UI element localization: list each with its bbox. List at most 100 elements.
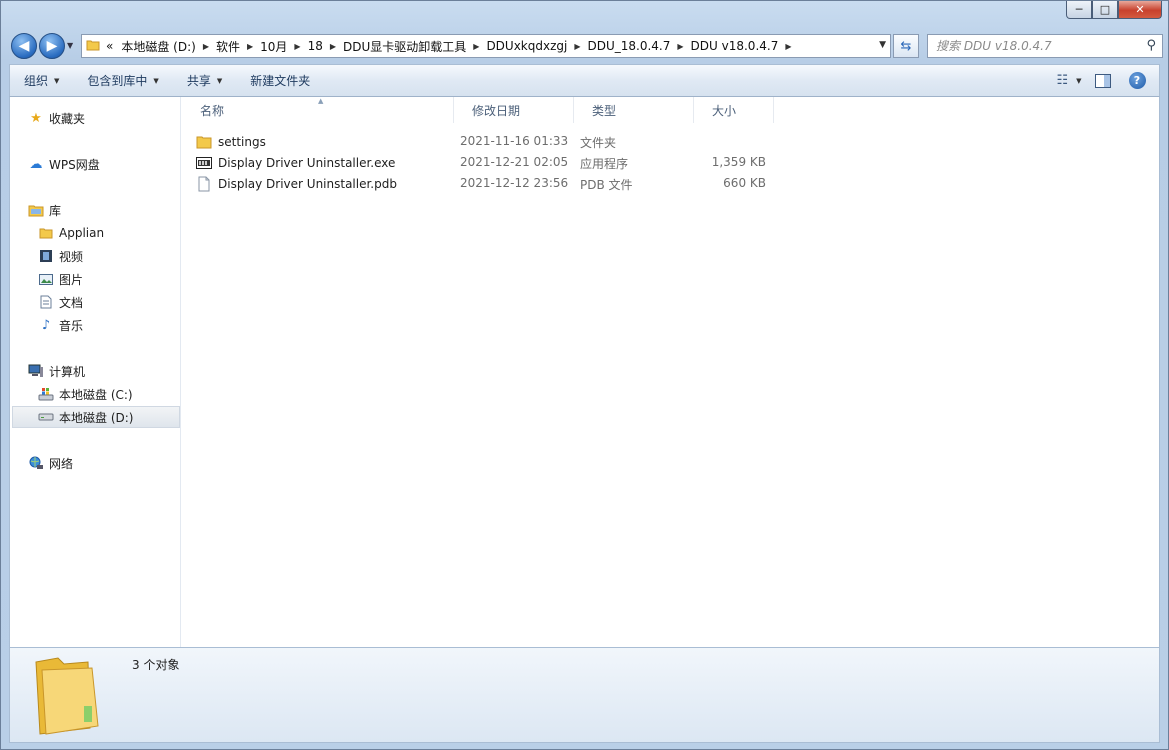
close-button[interactable]: ✕ [1118, 1, 1162, 19]
list-item[interactable]: settings [196, 131, 266, 152]
chevron-right-icon[interactable]: ▶ [294, 42, 300, 51]
system-drive-icon [38, 386, 54, 402]
view-list-icon: ☷ [1056, 73, 1069, 88]
nav-item-network[interactable]: 网络 [28, 452, 73, 474]
library-icon [28, 202, 44, 218]
file-type: PDB 文件 [580, 178, 633, 192]
music-note-icon: ♪ [41, 317, 51, 333]
breadcrumb-item[interactable]: 本地磁盘 (D:) ▶ [121, 38, 216, 55]
nav-item-favorites[interactable]: ★ 收藏夹 [28, 107, 85, 129]
column-header-modified[interactable]: 修改日期 [454, 97, 574, 123]
column-header-name[interactable]: 名称 ▲ [182, 97, 454, 123]
caret-down-icon: ▼ [153, 76, 159, 85]
list-item[interactable]: Display Driver Uninstaller.pdb [196, 173, 397, 194]
star-icon: ★ [30, 110, 42, 126]
chevron-right-icon[interactable]: ▶ [574, 42, 580, 51]
cloud-icon: ☁ [29, 156, 43, 172]
nav-item-videos[interactable]: 视频 [38, 245, 83, 267]
maximize-button[interactable]: □ [1092, 1, 1118, 19]
chevron-right-icon[interactable]: ▶ [330, 42, 336, 51]
file-name: settings [218, 134, 266, 149]
explorer-window: ─ □ ✕ ◀ ▶ ▼ « 本地磁盘 (D:) ▶ 软件 ▶ 10月 ▶ 18 ▶ DD… [0, 0, 1169, 750]
arrow-right-icon: ▶ [46, 38, 58, 54]
chevron-right-icon[interactable]: ▶ [785, 42, 791, 51]
file-modified: 2021-12-12 23:56 [460, 176, 569, 190]
recent-pages-dropdown[interactable]: ▼ [67, 41, 73, 50]
help-button[interactable]: ? [1123, 71, 1151, 91]
file-type: 文件夹 [580, 136, 617, 150]
nav-item-drive-d[interactable]: 本地磁盘 (D:) [12, 406, 180, 428]
nav-item-wps-drive[interactable]: ☁ WPS网盘 [28, 153, 100, 175]
help-icon: ? [1128, 72, 1146, 89]
document-icon [38, 294, 54, 310]
nav-item-library[interactable]: 库 [28, 199, 61, 221]
column-header-type[interactable]: 类型 [574, 97, 694, 123]
file-size: 1,359 KB [711, 155, 766, 169]
nav-item-pictures[interactable]: 图片 [38, 268, 83, 290]
breadcrumb-item[interactable]: 软件 ▶ [216, 38, 260, 55]
chevron-right-icon[interactable]: ▶ [473, 42, 479, 51]
nav-item-applian[interactable]: Applian [38, 222, 104, 244]
preview-pane-button[interactable] [1089, 71, 1117, 91]
breadcrumb-item[interactable]: 10月 ▶ [260, 38, 307, 55]
forward-button[interactable]: ▶ [39, 33, 65, 59]
drive-icon [38, 409, 54, 425]
change-view-button[interactable]: ☷ ▼ [1055, 71, 1083, 91]
breadcrumb-overflow[interactable]: « [106, 39, 113, 53]
folder-icon [196, 134, 212, 150]
caret-down-icon: ▼ [1076, 76, 1082, 85]
breadcrumb-item-current[interactable]: DDU v18.0.4.7 ▶ [691, 39, 799, 53]
network-icon [28, 455, 44, 471]
breadcrumb-item[interactable]: DDUxkqdxzgj ▶ [486, 39, 587, 53]
chevron-right-icon[interactable]: ▶ [203, 42, 209, 51]
minimize-button[interactable]: ─ [1066, 1, 1092, 19]
command-bar: 组织 ▼ 包含到库中 ▼ 共享 ▼ 新建文件夹 ☷ ▼ ? [9, 64, 1160, 97]
list-item[interactable]: Display Driver Uninstaller.exe [196, 152, 395, 173]
file-modified: 2021-11-16 01:33 [460, 134, 569, 148]
back-button[interactable]: ◀ [11, 33, 37, 59]
breadcrumb-item[interactable]: 18 ▶ [308, 39, 343, 53]
caret-down-icon: ▼ [216, 76, 223, 85]
file-list: 名称 ▲ 修改日期 类型 大小 settings 2021-11-16 01:3… [182, 97, 1159, 647]
preview-pane-icon [1095, 73, 1111, 88]
navigation-pane: ★ 收藏夹 ☁ WPS网盘 库 Applian 视频 图片 文档 ♪ 音乐 计算… [10, 97, 181, 647]
address-bar[interactable]: « 本地磁盘 (D:) ▶ 软件 ▶ 10月 ▶ 18 ▶ DDU显卡驱动卸载工具 ▶ D… [81, 34, 891, 58]
film-icon [38, 248, 54, 264]
nav-item-music[interactable]: ♪ 音乐 [38, 314, 83, 336]
caret-down-icon: ▼ [54, 76, 60, 85]
search-icon[interactable]: ⚲ [1146, 38, 1156, 53]
file-size: 660 KB [723, 176, 766, 190]
exe-icon [196, 155, 212, 171]
organize-button[interactable]: 组织 ▼ [10, 72, 73, 89]
file-name: Display Driver Uninstaller.exe [218, 155, 396, 170]
nav-item-computer[interactable]: 计算机 [28, 360, 85, 382]
address-dropdown-icon[interactable]: ▼ [879, 40, 886, 50]
refresh-icon: ⇆ [900, 38, 912, 54]
folder-icon [86, 38, 100, 55]
item-count: 3 个对象 [132, 658, 180, 672]
new-folder-button[interactable]: 新建文件夹 [236, 72, 324, 89]
search-box: ⚲ [927, 34, 1163, 58]
nav-item-documents[interactable]: 文档 [38, 291, 83, 313]
column-header-size[interactable]: 大小 [694, 97, 774, 123]
column-header-row: 名称 ▲ 修改日期 类型 大小 [182, 97, 1159, 123]
nav-item-drive-c[interactable]: 本地磁盘 (C:) [38, 383, 133, 405]
arrow-left-icon: ◀ [18, 38, 30, 54]
details-pane: 3 个对象 [9, 647, 1160, 743]
window-controls: ─ □ ✕ [1066, 1, 1162, 19]
folder-icon [32, 654, 106, 736]
view-controls: ☷ ▼ ? [1049, 65, 1159, 96]
refresh-button[interactable]: ⇆ [893, 34, 919, 58]
include-in-library-button[interactable]: 包含到库中 ▼ [73, 72, 172, 89]
file-name: Display Driver Uninstaller.pdb [218, 176, 397, 191]
file-type: 应用程序 [580, 157, 629, 171]
breadcrumb-item[interactable]: DDU_18.0.4.7 ▶ [588, 39, 691, 53]
chevron-right-icon[interactable]: ▶ [677, 42, 683, 51]
folder-icon [38, 225, 54, 241]
content-area: ★ 收藏夹 ☁ WPS网盘 库 Applian 视频 图片 文档 ♪ 音乐 计算… [9, 97, 1160, 647]
share-button[interactable]: 共享 ▼ [173, 72, 236, 89]
breadcrumb-item[interactable]: DDU显卡驱动卸载工具 ▶ [343, 38, 486, 55]
search-input[interactable] [936, 39, 1136, 53]
chevron-right-icon[interactable]: ▶ [247, 42, 253, 51]
navigation-bar: ◀ ▶ ▼ « 本地磁盘 (D:) ▶ 软件 ▶ 10月 ▶ 18 ▶ DDU显卡驱动卸… [9, 33, 1163, 60]
